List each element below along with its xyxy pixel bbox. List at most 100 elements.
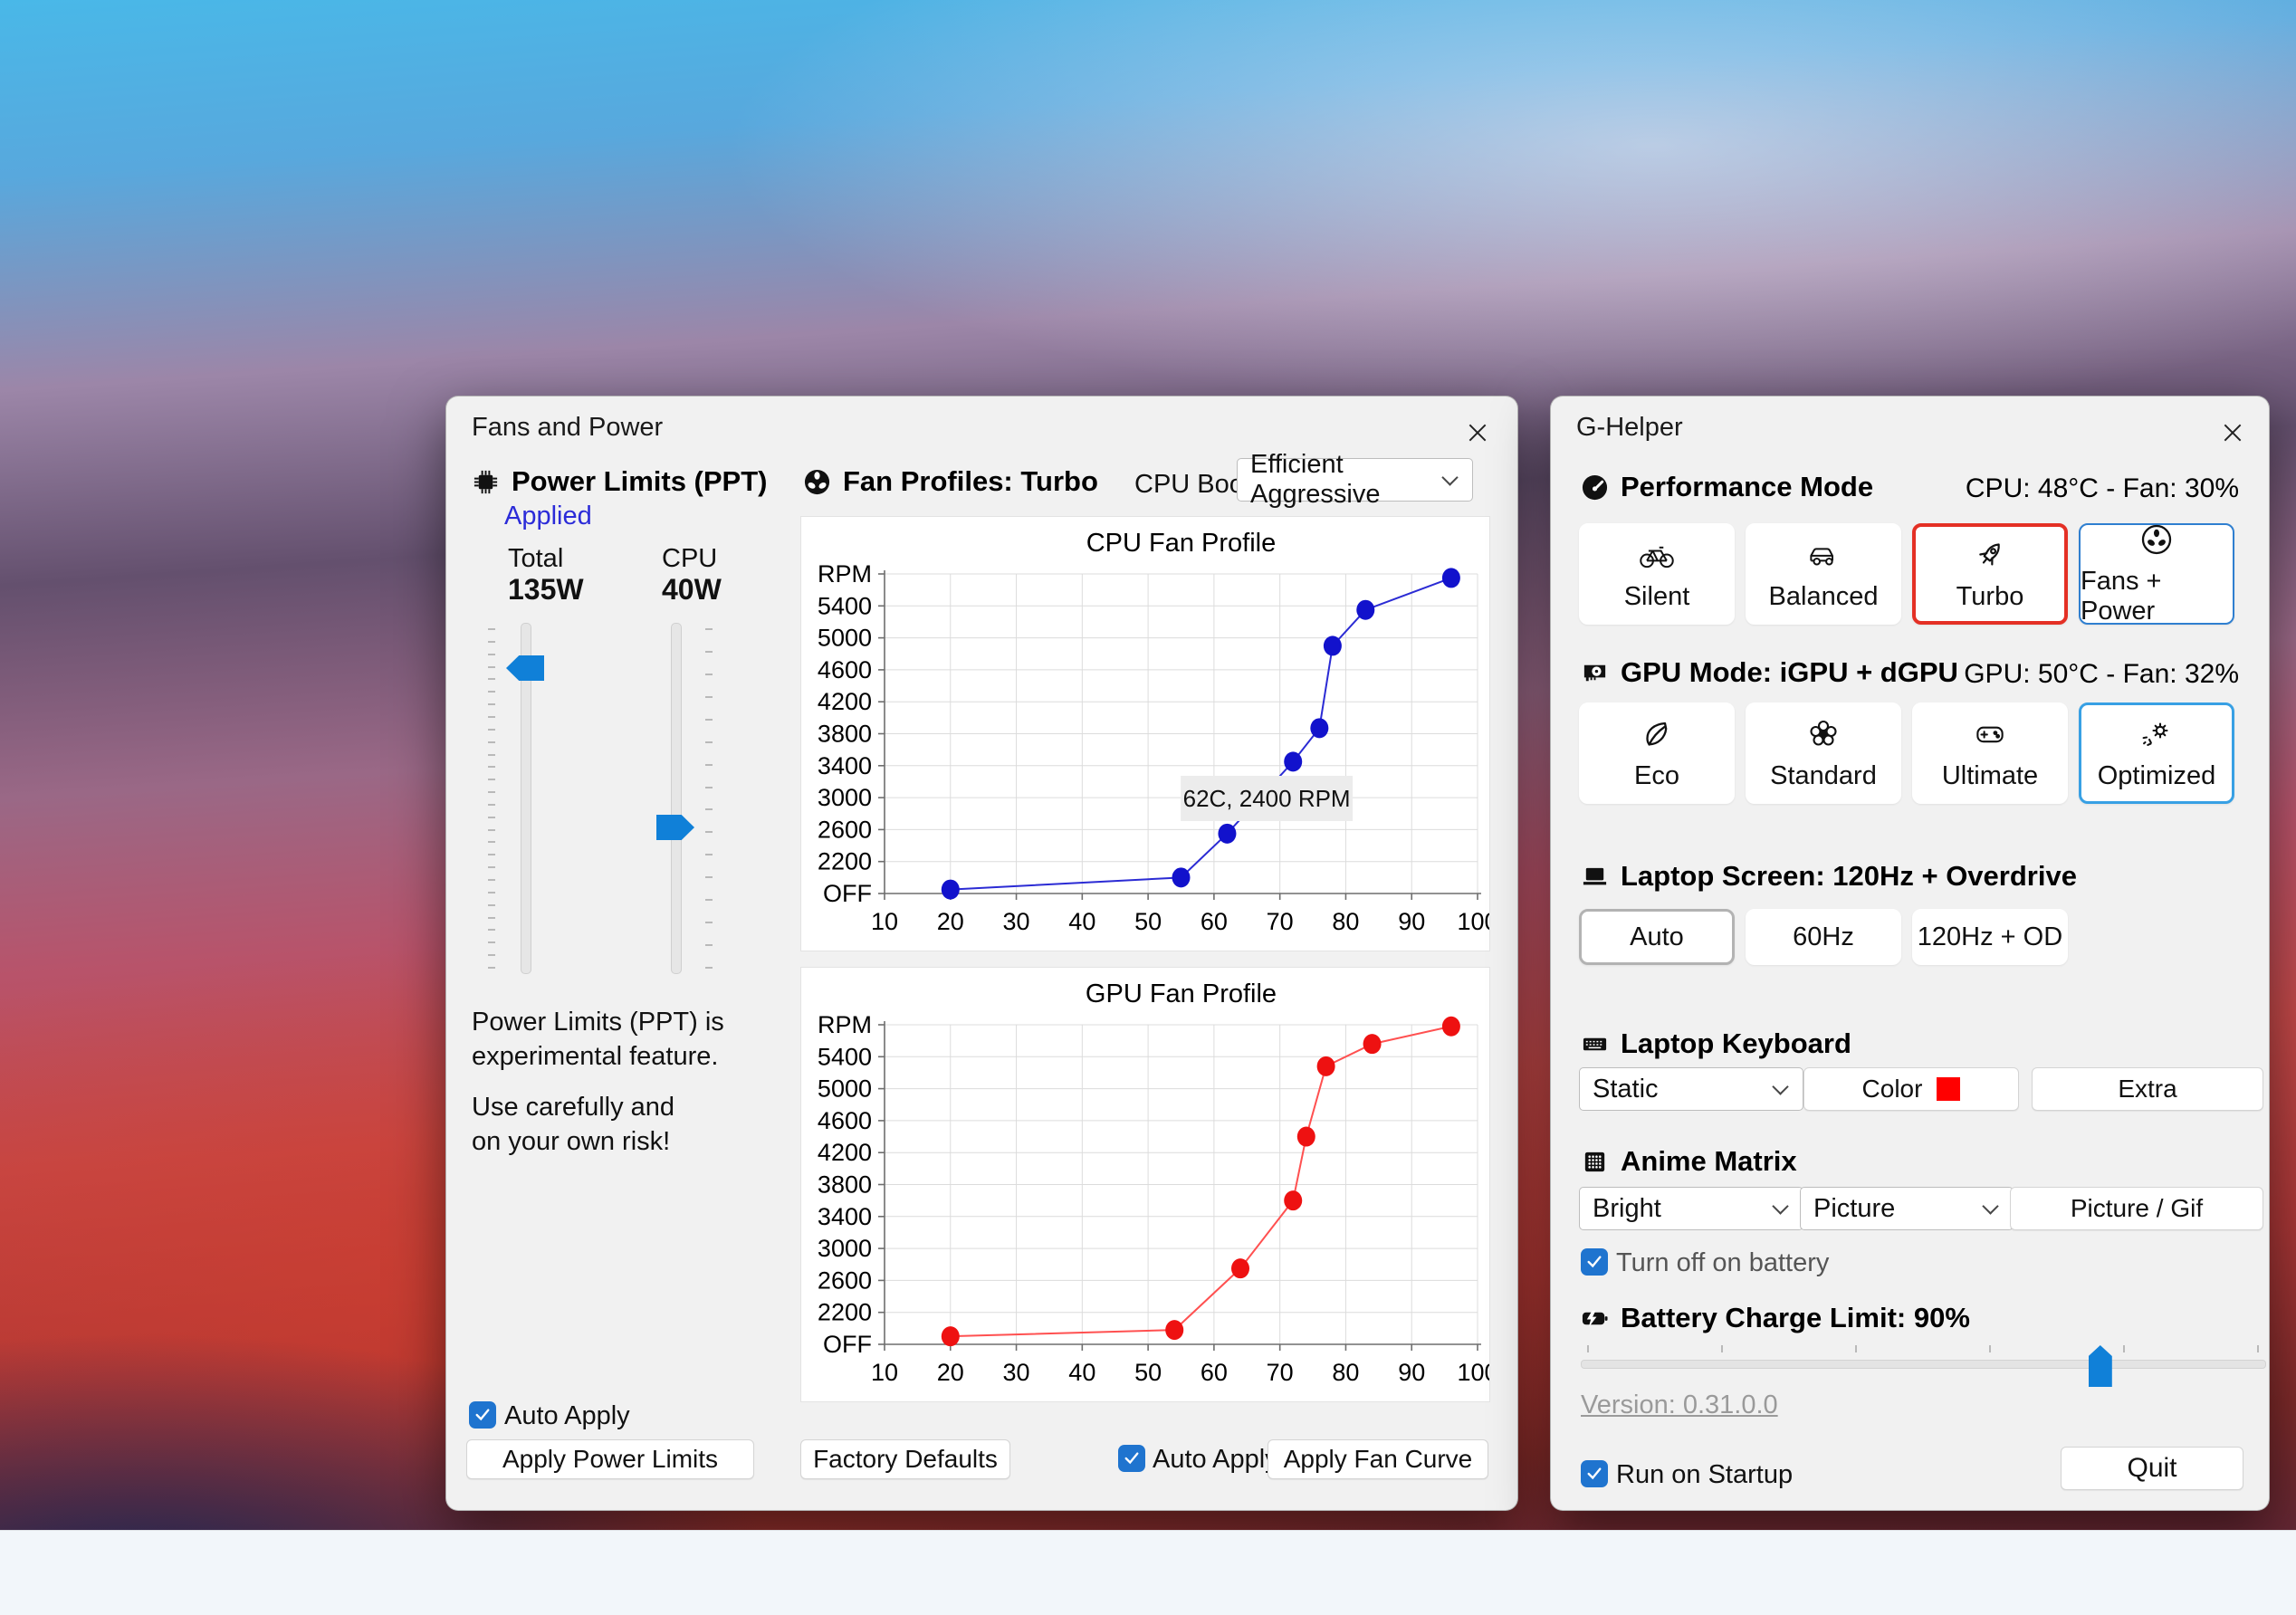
close-icon[interactable] <box>2213 413 2253 453</box>
x-tick-label: 40 <box>1068 1359 1095 1386</box>
slider-tick <box>705 899 713 902</box>
x-tick-label: 50 <box>1134 908 1162 935</box>
fan-curve-point[interactable] <box>1441 568 1460 588</box>
slider-tick <box>705 967 713 969</box>
y-tick-label: 5000 <box>818 1075 872 1103</box>
y-tick-label: 3400 <box>818 1203 872 1230</box>
mode-button-label: 120Hz + OD <box>1917 922 2063 951</box>
auto-apply-fan-checkbox[interactable] <box>1118 1445 1145 1472</box>
x-tick-label: 60 <box>1201 1359 1228 1386</box>
laptop-keyboard-heading: Laptop Keyboard <box>1621 1027 1851 1059</box>
slider-tick <box>488 653 495 655</box>
mode-button-ultimate[interactable]: Ultimate <box>1912 702 2068 804</box>
fan-curve-point[interactable] <box>1296 1126 1315 1147</box>
mode-button-auto[interactable]: Auto <box>1579 909 1735 965</box>
slider-track[interactable] <box>671 623 682 974</box>
apply-fan-curve-button[interactable]: Apply Fan Curve <box>1268 1439 1488 1479</box>
cpu-label: CPU <box>662 544 718 573</box>
fan-curve-point[interactable] <box>1172 867 1191 888</box>
cpu-power-slider[interactable] <box>638 623 714 1003</box>
turn-off-on-battery-label: Turn off on battery <box>1616 1248 1830 1277</box>
mode-button-eco[interactable]: Eco <box>1579 702 1735 804</box>
y-tick-label: 5400 <box>818 1043 872 1070</box>
fan-curve-point[interactable] <box>1323 635 1342 656</box>
mode-button-silent[interactable]: Silent <box>1579 523 1735 625</box>
cpu-slider-thumb[interactable] <box>656 815 694 840</box>
keyboard-extra-button[interactable]: Extra <box>2032 1067 2263 1111</box>
slider-tick <box>488 640 495 643</box>
x-tick-label: 30 <box>1003 1359 1030 1386</box>
fan-curve-point[interactable] <box>1310 718 1329 739</box>
y-tick-label: 2200 <box>818 848 872 875</box>
cpu-boost-dropdown[interactable]: Efficient Aggressive <box>1237 450 1473 509</box>
y-tick-label: 2600 <box>818 816 872 843</box>
total-power-slider[interactable] <box>488 623 564 1003</box>
slider-tick <box>705 786 713 788</box>
fan-curve-point[interactable] <box>1356 599 1375 620</box>
total-slider-thumb[interactable] <box>506 655 544 681</box>
y-tick-label: 4600 <box>818 656 872 683</box>
mode-button-optimized[interactable]: Optimized <box>2079 702 2234 804</box>
slider-tick <box>705 831 713 834</box>
mode-button-label: Silent <box>1623 581 1690 611</box>
slider-tick <box>1587 1345 1589 1352</box>
mode-button-turbo[interactable]: Turbo <box>1912 523 2068 625</box>
x-tick-label: 40 <box>1068 908 1095 935</box>
y-tick-label: 4600 <box>818 1107 872 1134</box>
y-tick-label: 3800 <box>818 721 872 748</box>
fan-curve-point[interactable] <box>1316 1056 1335 1076</box>
mode-button-60hz[interactable]: 60Hz <box>1746 909 1901 965</box>
slider-tick <box>488 891 495 894</box>
power-limits-heading: Power Limits (PPT) <box>512 465 768 497</box>
y-tick-label: 3800 <box>818 1171 872 1199</box>
picture-gif-button[interactable]: Picture / Gif <box>2010 1187 2263 1230</box>
close-icon[interactable] <box>1458 413 1497 453</box>
fan-curve-point[interactable] <box>1284 1190 1303 1211</box>
slider-tick <box>488 841 495 844</box>
gpu-fan-curve-chart[interactable]: GPU Fan Profile 10 20 30 40 50 60 70 80 90 100 RPM 5… <box>801 968 1498 1401</box>
gpu-mode-heading: GPU Mode: iGPU + dGPU <box>1621 656 1958 688</box>
leaf-icon <box>1639 716 1675 752</box>
car-icon <box>1805 537 1842 573</box>
run-on-startup-checkbox[interactable] <box>1581 1460 1608 1487</box>
fan-curve-point[interactable] <box>1231 1258 1249 1279</box>
fan-curve-point[interactable] <box>1165 1320 1184 1341</box>
matrix-mode-dropdown[interactable]: Picture <box>1800 1187 2014 1230</box>
fan-curve-point[interactable] <box>941 1326 960 1347</box>
applied-link[interactable]: Applied <box>504 502 592 531</box>
mode-button-120hz-od[interactable]: 120Hz + OD <box>1912 909 2068 965</box>
fan-curve-point[interactable] <box>941 879 960 900</box>
factory-defaults-button[interactable]: Factory Defaults <box>800 1439 1010 1479</box>
y-tick-label: 2600 <box>818 1266 872 1294</box>
keyboard-icon <box>1581 1030 1609 1058</box>
fan-curve-point[interactable] <box>1363 1034 1382 1055</box>
x-tick-label: 50 <box>1134 1359 1162 1386</box>
slider-tick <box>705 944 713 947</box>
fan-curve-point[interactable] <box>1218 823 1237 844</box>
turn-off-on-battery-checkbox[interactable] <box>1581 1248 1608 1276</box>
fan-curve-point[interactable] <box>1284 751 1303 772</box>
cpu-fan-curve-chart[interactable]: CPU Fan Profile 10 20 30 40 50 60 70 80 90 100 RPM 5… <box>801 517 1498 951</box>
y-tick-label: 4200 <box>818 688 872 715</box>
battery-slider-track[interactable] <box>1581 1360 2266 1369</box>
keyboard-mode-dropdown[interactable]: Static <box>1579 1067 1803 1111</box>
mode-button-fans-power[interactable]: Fans + Power <box>2079 523 2234 626</box>
mode-button-standard[interactable]: Standard <box>1746 702 1901 804</box>
keyboard-color-button[interactable]: Color <box>1803 1067 2019 1111</box>
y-tick-label: 5400 <box>818 592 872 619</box>
mode-button-balanced[interactable]: Balanced <box>1746 523 1901 625</box>
fan-curve-point[interactable] <box>1441 1016 1460 1037</box>
slider-tick <box>705 876 713 879</box>
auto-apply-power-checkbox[interactable] <box>469 1401 496 1429</box>
fan-tooltip-text: 62C, 2400 RPM <box>1183 785 1351 812</box>
x-tick-label: 10 <box>871 1359 898 1386</box>
quit-button[interactable]: Quit <box>2061 1447 2243 1490</box>
fans-and-power-window: Fans and Power Power Limits (PPT) Applie… <box>445 396 1518 1511</box>
version-link[interactable]: Version: 0.31.0.0 <box>1581 1390 1778 1420</box>
matrix-brightness-dropdown[interactable]: Bright <box>1579 1187 1803 1230</box>
x-tick-label: 80 <box>1332 908 1359 935</box>
apply-power-limits-button[interactable]: Apply Power Limits <box>466 1439 754 1479</box>
window-title: G-Helper <box>1576 413 1683 442</box>
slider-tick <box>488 691 495 693</box>
battery-bolt-icon <box>1581 1304 1609 1333</box>
